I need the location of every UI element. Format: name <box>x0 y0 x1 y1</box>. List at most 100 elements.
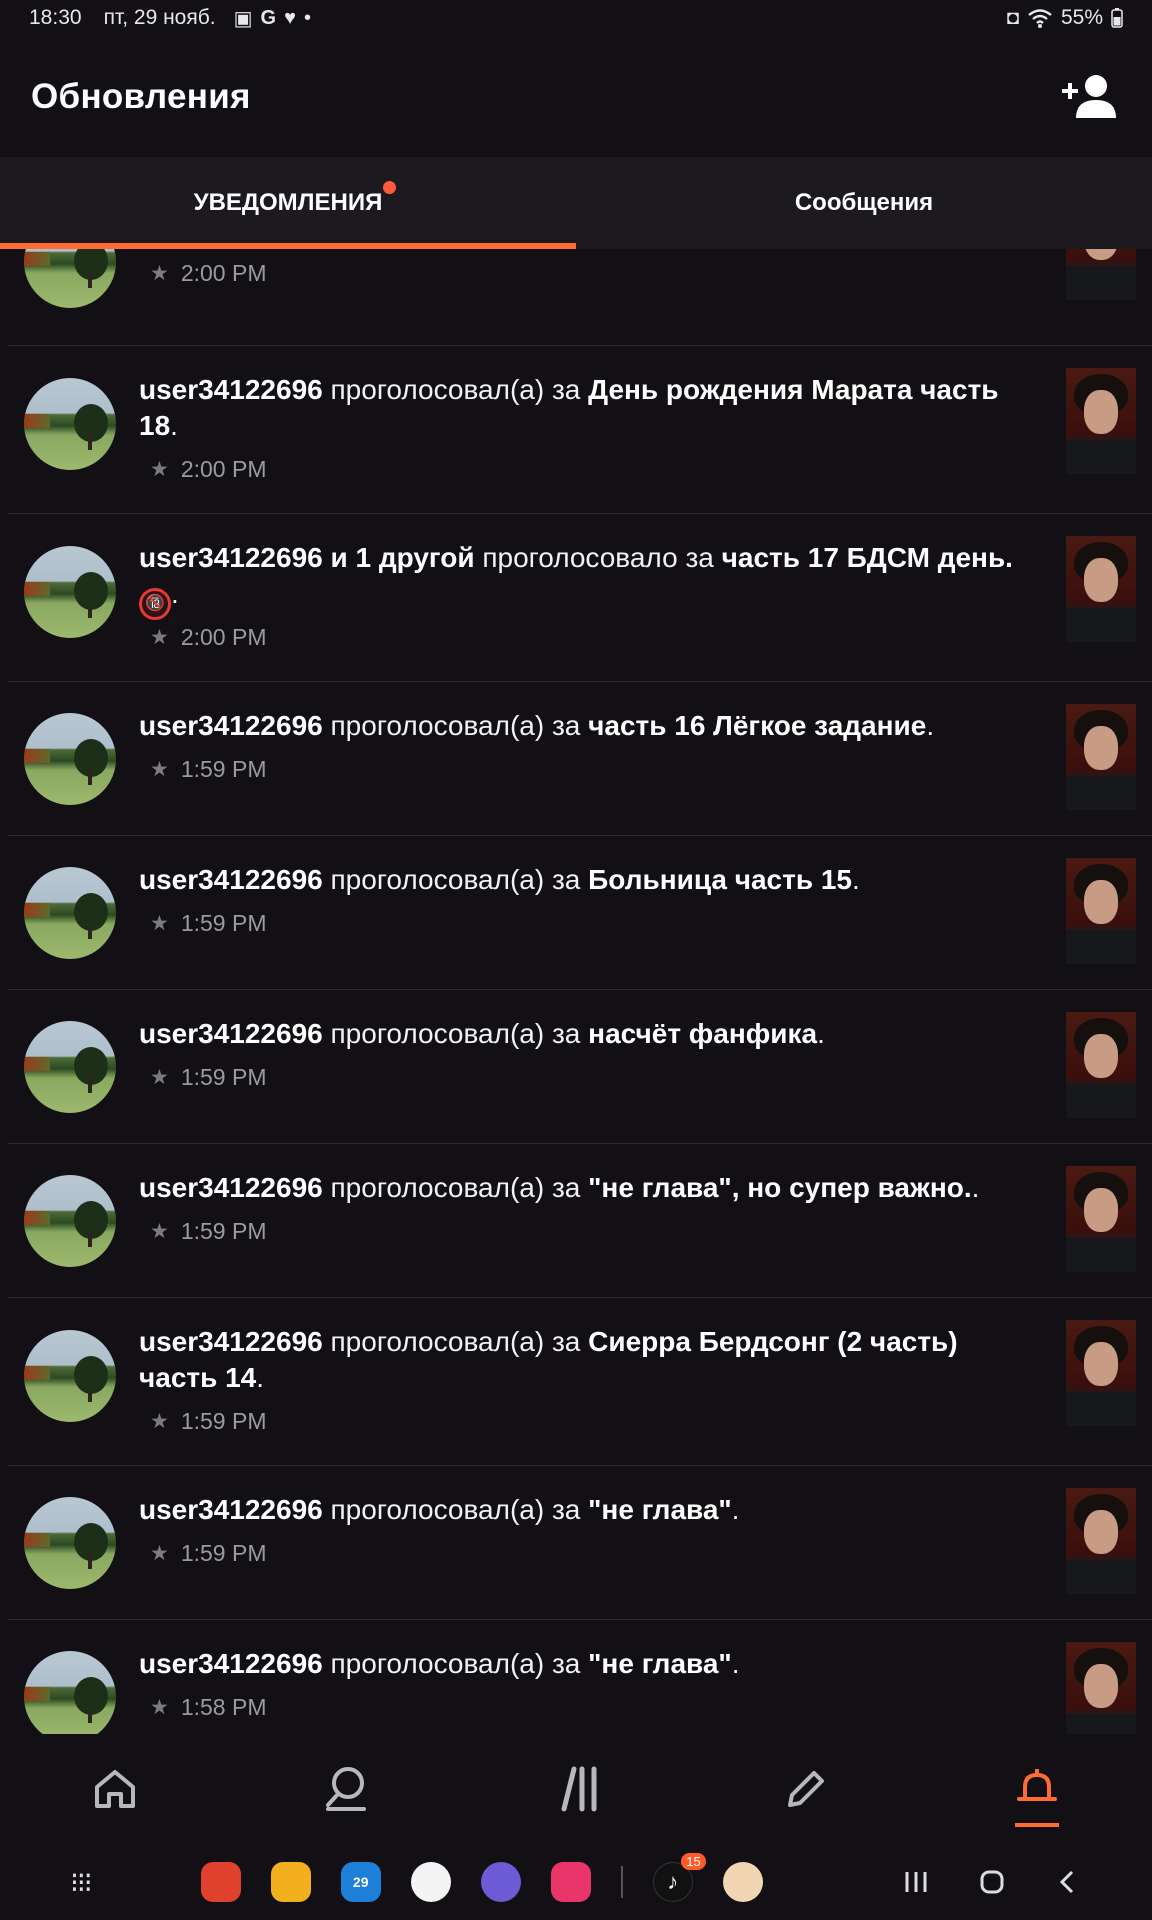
recent-apps-icon[interactable] <box>902 1868 930 1896</box>
notification-time: 2:00 PM <box>180 624 267 650</box>
tab-messages[interactable]: Сообщения <box>576 157 1152 249</box>
notification-time: 2:00 PM <box>180 260 267 286</box>
nav-search[interactable] <box>306 1749 386 1829</box>
notification-user[interactable]: user34122696 <box>139 1172 323 1203</box>
user-avatar[interactable] <box>24 1175 116 1267</box>
system-taskbar: ⁝⁝⁝ 29 ♪ 15 <box>0 1844 1152 1920</box>
user-avatar[interactable] <box>24 1497 116 1589</box>
messages-app-icon[interactable] <box>410 1862 451 1902</box>
nav-write[interactable] <box>766 1749 846 1829</box>
story-cover[interactable] <box>1066 368 1136 474</box>
status-date: пт, 29 нояб. <box>103 6 216 29</box>
tiktok-badge: 15 <box>681 1853 706 1870</box>
notification-user[interactable]: user34122696 <box>139 1326 323 1357</box>
story-cover[interactable] <box>1066 536 1136 642</box>
camera-app-icon[interactable] <box>550 1862 591 1902</box>
notification-item[interactable]: user34122696 проголосовал(а) за Сиерра Б… <box>8 1298 1152 1466</box>
notification-user[interactable]: user34122696 <box>139 374 323 405</box>
browser-app-icon[interactable] <box>480 1862 521 1902</box>
bell-icon <box>1016 1769 1057 1801</box>
notification-item[interactable]: user34122696 проголосовал(а) за "не глав… <box>8 1620 1152 1734</box>
notification-user[interactable]: user34122696 <box>139 710 323 741</box>
add-user-icon[interactable] <box>1060 74 1116 120</box>
notification-target[interactable]: Больница часть 15 <box>588 864 852 895</box>
story-cover[interactable] <box>1066 704 1136 810</box>
user-avatar[interactable] <box>24 546 116 638</box>
notification-target[interactable]: насчёт фанфика <box>588 1018 817 1049</box>
user-avatar[interactable] <box>24 713 116 805</box>
notification-end: . <box>851 864 860 895</box>
user-avatar[interactable] <box>24 1021 116 1113</box>
notification-verb: проголосовал(а) за <box>330 374 581 405</box>
flipboard-app-icon[interactable] <box>200 1862 241 1902</box>
notification-end: . <box>731 1494 740 1525</box>
notification-verb: проголосовал(а) за <box>330 1172 581 1203</box>
notification-user[interactable]: user34122696 <box>139 1648 323 1679</box>
files-app-icon[interactable] <box>270 1862 311 1902</box>
home-icon <box>95 1770 136 1808</box>
calendar-app-icon[interactable]: 29 <box>340 1862 381 1902</box>
gallery-icon: ▣ <box>233 7 253 30</box>
heart-icon: ♥ <box>284 6 296 29</box>
notification-item[interactable]: user34122696 проголосовал(а) за "не глав… <box>8 1466 1152 1620</box>
notification-verb: проголосовал(а) за <box>330 1326 581 1357</box>
story-cover[interactable] <box>1066 1012 1136 1118</box>
notification-user[interactable]: user34122696 и 1 другой <box>139 542 475 573</box>
page-title: Обновления <box>31 76 251 116</box>
nav-notifications[interactable] <box>997 1749 1077 1829</box>
notification-text: user34122696 проголосовал(а) за часть 16… <box>139 708 1029 744</box>
notification-item[interactable]: ★ 2:00 PM <box>8 249 1152 346</box>
app-drawer-icon[interactable]: ⁝⁝⁝ <box>70 1866 93 1899</box>
status-bar: 18:30 пт, 29 нояб. ▣ G ♥ • ◘ 55% <box>0 0 1152 36</box>
tab-notifications[interactable]: УВЕДОМЛЕНИЯ <box>0 157 576 249</box>
notification-target[interactable]: "не глава" <box>588 1648 732 1679</box>
status-time: 18:30 <box>29 6 82 29</box>
notification-item[interactable]: user34122696 проголосовал(а) за "не глав… <box>8 1144 1152 1298</box>
notification-user[interactable]: user34122696 <box>139 1494 323 1525</box>
tab-bar: УВЕДОМЛЕНИЯ Сообщения <box>0 157 1152 249</box>
notification-item[interactable]: user34122696 проголосовал(а) за Больница… <box>8 836 1152 990</box>
notification-target[interactable]: часть 16 Лёгкое задание <box>588 710 926 741</box>
user-avatar[interactable] <box>24 1651 116 1734</box>
user-avatar[interactable] <box>24 378 116 470</box>
notification-verb: проголосовал(а) за <box>330 710 581 741</box>
story-cover[interactable] <box>1066 1488 1136 1594</box>
notification-verb: проголосовал(а) за <box>330 1018 581 1049</box>
story-cover[interactable] <box>1066 1642 1136 1734</box>
story-cover[interactable] <box>1066 1166 1136 1272</box>
notification-target[interactable]: "не глава" <box>588 1494 732 1525</box>
star-icon: ★ <box>150 458 169 481</box>
adult-content-emoji: 🔞 <box>139 588 171 620</box>
library-icon <box>561 1766 597 1812</box>
notification-item[interactable]: user34122696 и 1 другой проголосовало за… <box>8 514 1152 682</box>
unread-dot <box>383 181 397 194</box>
notification-user[interactable]: user34122696 <box>139 1018 323 1049</box>
bottom-navigation <box>0 1734 1152 1844</box>
taskbar-separator <box>620 1866 623 1898</box>
story-cover[interactable] <box>1066 249 1136 300</box>
star-icon: ★ <box>150 912 169 935</box>
back-icon[interactable] <box>1054 1868 1082 1896</box>
notification-time: 1:59 PM <box>180 910 267 936</box>
story-cover[interactable] <box>1066 858 1136 964</box>
notification-item[interactable]: user34122696 проголосовал(а) за День рож… <box>8 346 1152 514</box>
notification-text: user34122696 и 1 другой проголосовало за… <box>139 540 1029 620</box>
game-app-icon[interactable] <box>722 1862 763 1902</box>
user-avatar[interactable] <box>24 1330 116 1422</box>
user-avatar[interactable] <box>24 249 116 308</box>
nav-home[interactable] <box>75 1749 155 1829</box>
notification-user[interactable]: user34122696 <box>139 864 323 895</box>
notification-time: 1:58 PM <box>180 1694 267 1720</box>
notification-end: . <box>926 710 935 741</box>
home-button-icon[interactable] <box>978 1868 1006 1896</box>
user-avatar[interactable] <box>24 867 116 959</box>
star-icon: ★ <box>150 1410 169 1433</box>
notification-item[interactable]: user34122696 проголосовал(а) за насчёт ф… <box>8 990 1152 1144</box>
notification-list[interactable]: ★ 2:00 PM user34122696 проголосовал(а) за… <box>0 249 1152 1734</box>
story-cover[interactable] <box>1066 1320 1136 1426</box>
tiktok-app-icon[interactable]: ♪ 15 <box>652 1853 706 1902</box>
notification-target[interactable]: часть 17 БДСМ день. <box>722 542 1013 573</box>
notification-item[interactable]: user34122696 проголосовал(а) за часть 16… <box>8 682 1152 836</box>
notification-target[interactable]: "не глава", но супер важно. <box>588 1172 971 1203</box>
nav-library[interactable] <box>536 1749 616 1829</box>
